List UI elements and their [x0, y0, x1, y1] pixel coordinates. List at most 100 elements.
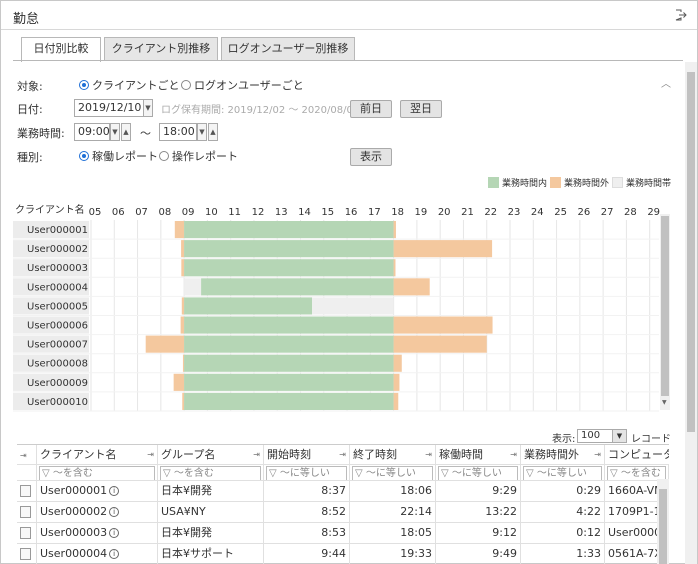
table-cell: 0:29 [521, 481, 605, 501]
bar-segment-outside [181, 240, 185, 258]
next-day-button[interactable]: 翌日 [400, 100, 442, 118]
bar-segment-inside [184, 259, 394, 277]
filter-end-cell: ▽ 〜に等しい [350, 465, 436, 480]
prev-day-button[interactable]: 前日 [350, 100, 392, 118]
row-detail-icon[interactable] [20, 506, 31, 518]
hour-tick-label: 15 [321, 207, 334, 218]
date-label: 日付: [17, 103, 43, 116]
grid-header-activity[interactable]: 稼働時間 ⇥ [436, 445, 521, 464]
start-time-down-button[interactable]: ▼ [110, 123, 120, 141]
collapse-chevron-icon[interactable]: ︿ [661, 75, 671, 90]
grid-header-start[interactable]: 開始時刻 ⇥ [264, 445, 350, 464]
page-size-value: 100 [581, 430, 601, 441]
table-cell: 9:29 [436, 481, 521, 501]
info-icon[interactable]: i [109, 486, 120, 496]
table-cell: 8:37 [264, 481, 350, 501]
table-cell: 9:12 [436, 523, 521, 543]
filter-computer-input[interactable]: ▽ 〜を含む [607, 466, 666, 480]
radio-per-logon-user[interactable] [181, 80, 191, 90]
tab-divider [13, 60, 683, 61]
hour-tick-label: 13 [275, 207, 288, 218]
radio-activity-report[interactable] [79, 151, 89, 161]
chart-scrollbar[interactable] [660, 214, 670, 410]
chart-scrollbar-thumb[interactable] [661, 216, 669, 396]
end-time-down-button[interactable]: ▼ [197, 123, 207, 141]
page-size-select[interactable]: 100 ▼ [577, 429, 627, 443]
table-cell-text: 日本¥開発 [161, 526, 212, 539]
grid-header-group[interactable]: グループ名 ⇥ [158, 445, 264, 464]
row-detail-icon[interactable] [20, 548, 31, 560]
grid-header-computer[interactable]: コンピューター [605, 445, 669, 464]
table-row[interactable]: User000004 i 日本¥サポート 9:44 19:33 9:49 1:33 0561A… [17, 544, 669, 564]
table-cell-text: 0:29 [576, 484, 601, 497]
page-scrollbar-thumb[interactable] [687, 72, 695, 432]
logout-icon[interactable] [675, 9, 687, 21]
radio-operation-report[interactable] [159, 151, 169, 161]
grid-scrollbar-thumb[interactable] [659, 489, 667, 564]
grid-header-client[interactable]: クライアント名 ⇥ [37, 445, 158, 464]
table-cell-text: 22:14 [400, 505, 432, 518]
row-detail-icon[interactable] [20, 527, 31, 539]
info-icon[interactable]: i [109, 549, 120, 559]
chart-row-label: User000003 [27, 263, 88, 274]
date-input[interactable]: 2019/12/10 [74, 99, 144, 117]
table-cell-text: 13:22 [485, 505, 517, 518]
chart-row-label: User000008 [27, 359, 88, 370]
table-cell: USA¥NY [158, 502, 264, 522]
filter-group-input[interactable]: ▽ 〜を含む [160, 466, 261, 480]
end-time-up-button[interactable]: ▲ [208, 123, 218, 141]
chart-row-label: User000005 [27, 301, 88, 312]
end-time-input[interactable]: 18:00 [159, 123, 197, 141]
grid-scrollbar[interactable] [657, 479, 669, 564]
hour-tick-label: 16 [345, 207, 358, 218]
table-cell-text: 9:29 [492, 484, 517, 497]
bar-segment-outside [182, 392, 185, 410]
grid-pin-all[interactable]: ⇥ [17, 445, 37, 464]
page-size-dropdown-icon[interactable]: ▼ [612, 430, 626, 442]
table-row[interactable]: User000001 i 日本¥開発 8:37 18:06 9:29 0:29 1660A-V… [17, 481, 669, 502]
bar-segment-outside [393, 221, 396, 239]
hour-tick-label: 19 [415, 207, 428, 218]
show-button[interactable]: 表示 [350, 148, 392, 166]
table-cell-text: 4:22 [576, 505, 601, 518]
table-row[interactable]: User000003 i 日本¥開発 8:53 18:05 9:12 0:12 User000… [17, 523, 669, 544]
chart-scroll-down-icon[interactable]: ▼ [662, 399, 667, 406]
title-bar: 勤怠 [1, 1, 697, 30]
filter-client-input[interactable]: ▽ 〜を含む [39, 466, 155, 480]
table-row[interactable]: User000002 i USA¥NY 8:52 22:14 13:22 4:22 1709P… [17, 502, 669, 523]
retention-hint: ログ保有期間: 2019/12/02 〜 2020/08/05 [161, 105, 360, 116]
info-icon[interactable]: i [109, 507, 120, 517]
filter-start-input[interactable]: ▽ 〜に等しい [266, 466, 347, 480]
filter-overtime-input[interactable]: ▽ 〜に等しい [523, 466, 602, 480]
radio-operation-report-label: 操作レポート [172, 150, 238, 163]
tab-by-client[interactable]: クライアント別推移 [104, 37, 218, 61]
hour-tick-label: 12 [252, 207, 265, 218]
grid-header-end[interactable]: 終了時刻 ⇥ [350, 445, 436, 464]
work-hours-chart: クライアント名 05 06 07 08 09 10 11 12 13 14 15 16 17 18 19 20 2… [13, 203, 660, 412]
bar-segment-outside [393, 259, 396, 277]
bar-segment-outside [393, 335, 487, 353]
table-cell-text: 8:52 [321, 505, 346, 518]
info-icon[interactable]: i [109, 528, 120, 538]
table-cell: 9:49 [436, 544, 521, 564]
grid-header-overtime[interactable]: 業務時間外 ⇥ [521, 445, 605, 464]
bar-segment-band [184, 278, 202, 296]
filter-activity-input[interactable]: ▽ 〜に等しい [438, 466, 518, 480]
filter-end-input[interactable]: ▽ 〜に等しい [352, 466, 433, 480]
start-time-input[interactable]: 09:00 [74, 123, 110, 141]
chart-row-label: User000007 [27, 340, 88, 351]
page-scrollbar[interactable] [685, 62, 697, 564]
date-dropdown-button[interactable]: ▼ [143, 99, 153, 117]
tab-by-date[interactable]: 日付別比較 [21, 37, 101, 62]
table-cell: 8:52 [264, 502, 350, 522]
tab-by-logon-user[interactable]: ログオンユーザー別推移 [221, 37, 355, 61]
bar-segment-outside [174, 221, 185, 239]
table-cell-text: 日本¥サポート [161, 547, 234, 560]
radio-per-client[interactable] [79, 80, 89, 90]
page-size-unit: レコード [631, 434, 671, 445]
row-detail-icon[interactable] [20, 485, 31, 497]
chart-row-label: User000010 [27, 397, 88, 408]
hour-tick-label: 25 [554, 207, 567, 218]
bar-segment-outside [173, 373, 185, 391]
start-time-up-button[interactable]: ▲ [121, 123, 131, 141]
